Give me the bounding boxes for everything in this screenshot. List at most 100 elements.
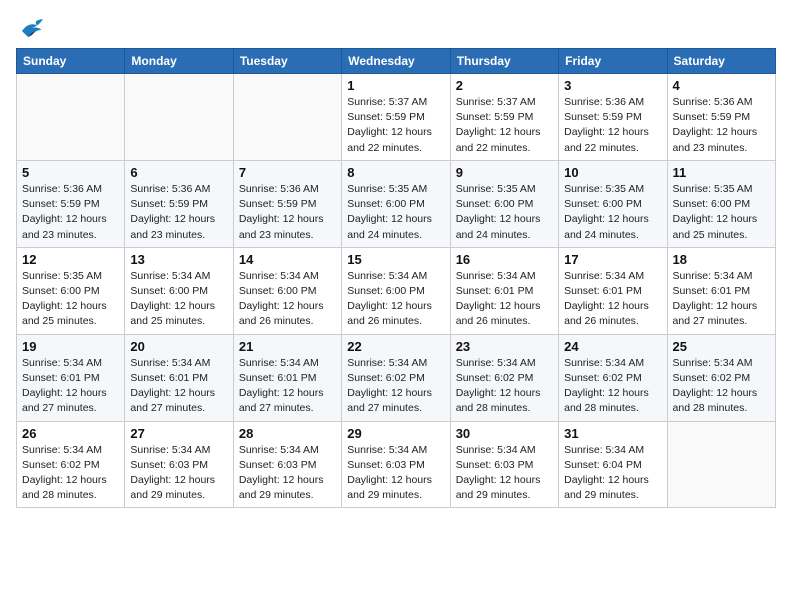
day-number: 31 bbox=[564, 426, 661, 441]
day-info: Sunrise: 5:34 AM Sunset: 6:03 PM Dayligh… bbox=[239, 443, 336, 504]
calendar-cell bbox=[17, 74, 125, 161]
logo-icon bbox=[16, 16, 46, 40]
calendar-cell: 9 Sunrise: 5:35 AM Sunset: 6:00 PM Daylig… bbox=[450, 160, 558, 247]
calendar-cell: 7 Sunrise: 5:36 AM Sunset: 5:59 PM Daylig… bbox=[233, 160, 341, 247]
day-number: 17 bbox=[564, 252, 661, 267]
day-number: 13 bbox=[130, 252, 227, 267]
weekday-header-saturday: Saturday bbox=[667, 49, 775, 74]
day-number: 5 bbox=[22, 165, 119, 180]
day-number: 8 bbox=[347, 165, 444, 180]
day-info: Sunrise: 5:34 AM Sunset: 6:02 PM Dayligh… bbox=[347, 356, 444, 417]
day-info: Sunrise: 5:37 AM Sunset: 5:59 PM Dayligh… bbox=[347, 95, 444, 156]
day-number: 24 bbox=[564, 339, 661, 354]
calendar-cell: 29 Sunrise: 5:34 AM Sunset: 6:03 PM Dayli… bbox=[342, 421, 450, 508]
calendar-cell: 16 Sunrise: 5:34 AM Sunset: 6:01 PM Dayli… bbox=[450, 247, 558, 334]
day-info: Sunrise: 5:35 AM Sunset: 6:00 PM Dayligh… bbox=[347, 182, 444, 243]
calendar-week-3: 12 Sunrise: 5:35 AM Sunset: 6:00 PM Dayli… bbox=[17, 247, 776, 334]
calendar-cell: 19 Sunrise: 5:34 AM Sunset: 6:01 PM Dayli… bbox=[17, 334, 125, 421]
calendar-cell: 23 Sunrise: 5:34 AM Sunset: 6:02 PM Dayli… bbox=[450, 334, 558, 421]
day-number: 6 bbox=[130, 165, 227, 180]
calendar-cell: 17 Sunrise: 5:34 AM Sunset: 6:01 PM Dayli… bbox=[559, 247, 667, 334]
day-number: 15 bbox=[347, 252, 444, 267]
day-number: 27 bbox=[130, 426, 227, 441]
day-info: Sunrise: 5:34 AM Sunset: 6:02 PM Dayligh… bbox=[673, 356, 770, 417]
calendar-cell bbox=[667, 421, 775, 508]
day-number: 16 bbox=[456, 252, 553, 267]
day-info: Sunrise: 5:34 AM Sunset: 6:03 PM Dayligh… bbox=[347, 443, 444, 504]
calendar-cell bbox=[125, 74, 233, 161]
calendar-cell: 21 Sunrise: 5:34 AM Sunset: 6:01 PM Dayli… bbox=[233, 334, 341, 421]
day-info: Sunrise: 5:34 AM Sunset: 6:01 PM Dayligh… bbox=[22, 356, 119, 417]
day-number: 18 bbox=[673, 252, 770, 267]
day-info: Sunrise: 5:35 AM Sunset: 6:00 PM Dayligh… bbox=[564, 182, 661, 243]
day-info: Sunrise: 5:36 AM Sunset: 5:59 PM Dayligh… bbox=[130, 182, 227, 243]
day-number: 7 bbox=[239, 165, 336, 180]
weekday-header-wednesday: Wednesday bbox=[342, 49, 450, 74]
day-info: Sunrise: 5:34 AM Sunset: 6:00 PM Dayligh… bbox=[239, 269, 336, 330]
calendar-cell bbox=[233, 74, 341, 161]
day-number: 10 bbox=[564, 165, 661, 180]
calendar-cell: 28Sunrise: 5:34 AM Sunset: 6:03 PM Dayli… bbox=[233, 421, 341, 508]
calendar-cell: 10 Sunrise: 5:35 AM Sunset: 6:00 PM Dayli… bbox=[559, 160, 667, 247]
weekday-header-friday: Friday bbox=[559, 49, 667, 74]
day-number: 19 bbox=[22, 339, 119, 354]
calendar-cell: 8 Sunrise: 5:35 AM Sunset: 6:00 PM Daylig… bbox=[342, 160, 450, 247]
day-number: 4 bbox=[673, 78, 770, 93]
day-number: 25 bbox=[673, 339, 770, 354]
day-number: 3 bbox=[564, 78, 661, 93]
calendar-cell: 22 Sunrise: 5:34 AM Sunset: 6:02 PM Dayli… bbox=[342, 334, 450, 421]
day-number: 1 bbox=[347, 78, 444, 93]
day-number: 20 bbox=[130, 339, 227, 354]
day-info: Sunrise: 5:36 AM Sunset: 5:59 PM Dayligh… bbox=[22, 182, 119, 243]
logo bbox=[16, 16, 50, 40]
day-info: Sunrise: 5:34 AM Sunset: 6:03 PM Dayligh… bbox=[456, 443, 553, 504]
day-number: 21 bbox=[239, 339, 336, 354]
day-number: 22 bbox=[347, 339, 444, 354]
weekday-header-thursday: Thursday bbox=[450, 49, 558, 74]
calendar-cell: 14Sunrise: 5:34 AM Sunset: 6:00 PM Dayli… bbox=[233, 247, 341, 334]
day-info: Sunrise: 5:34 AM Sunset: 6:01 PM Dayligh… bbox=[564, 269, 661, 330]
calendar-table: SundayMondayTuesdayWednesdayThursdayFrid… bbox=[16, 48, 776, 508]
day-info: Sunrise: 5:36 AM Sunset: 5:59 PM Dayligh… bbox=[239, 182, 336, 243]
calendar-cell: 24 Sunrise: 5:34 AM Sunset: 6:02 PM Dayli… bbox=[559, 334, 667, 421]
calendar-cell: 31 Sunrise: 5:34 AM Sunset: 6:04 PM Dayli… bbox=[559, 421, 667, 508]
day-info: Sunrise: 5:35 AM Sunset: 6:00 PM Dayligh… bbox=[673, 182, 770, 243]
calendar-cell: 30Sunrise: 5:34 AM Sunset: 6:03 PM Dayli… bbox=[450, 421, 558, 508]
day-number: 9 bbox=[456, 165, 553, 180]
calendar-cell: 6 Sunrise: 5:36 AM Sunset: 5:59 PM Daylig… bbox=[125, 160, 233, 247]
day-info: Sunrise: 5:34 AM Sunset: 6:02 PM Dayligh… bbox=[22, 443, 119, 504]
day-info: Sunrise: 5:36 AM Sunset: 5:59 PM Dayligh… bbox=[564, 95, 661, 156]
day-info: Sunrise: 5:34 AM Sunset: 6:01 PM Dayligh… bbox=[673, 269, 770, 330]
day-info: Sunrise: 5:36 AM Sunset: 5:59 PM Dayligh… bbox=[673, 95, 770, 156]
day-number: 29 bbox=[347, 426, 444, 441]
calendar-cell: 11 Sunrise: 5:35 AM Sunset: 6:00 PM Dayli… bbox=[667, 160, 775, 247]
calendar-cell: 3 Sunrise: 5:36 AM Sunset: 5:59 PM Daylig… bbox=[559, 74, 667, 161]
calendar-cell: 18 Sunrise: 5:34 AM Sunset: 6:01 PM Dayli… bbox=[667, 247, 775, 334]
day-info: Sunrise: 5:34 AM Sunset: 6:02 PM Dayligh… bbox=[564, 356, 661, 417]
day-info: Sunrise: 5:34 AM Sunset: 6:01 PM Dayligh… bbox=[239, 356, 336, 417]
day-info: Sunrise: 5:34 AM Sunset: 6:00 PM Dayligh… bbox=[347, 269, 444, 330]
calendar-cell: 1 Sunrise: 5:37 AM Sunset: 5:59 PM Daylig… bbox=[342, 74, 450, 161]
day-info: Sunrise: 5:34 AM Sunset: 6:02 PM Dayligh… bbox=[456, 356, 553, 417]
calendar-cell: 25 Sunrise: 5:34 AM Sunset: 6:02 PM Dayli… bbox=[667, 334, 775, 421]
weekday-header-tuesday: Tuesday bbox=[233, 49, 341, 74]
day-info: Sunrise: 5:34 AM Sunset: 6:01 PM Dayligh… bbox=[456, 269, 553, 330]
calendar-cell: 27Sunrise: 5:34 AM Sunset: 6:03 PM Dayli… bbox=[125, 421, 233, 508]
day-info: Sunrise: 5:35 AM Sunset: 6:00 PM Dayligh… bbox=[22, 269, 119, 330]
calendar-cell: 2Sunrise: 5:37 AM Sunset: 5:59 PM Daylig… bbox=[450, 74, 558, 161]
calendar-cell: 20 Sunrise: 5:34 AM Sunset: 6:01 PM Dayli… bbox=[125, 334, 233, 421]
day-number: 11 bbox=[673, 165, 770, 180]
calendar-cell: 4 Sunrise: 5:36 AM Sunset: 5:59 PM Daylig… bbox=[667, 74, 775, 161]
day-number: 12 bbox=[22, 252, 119, 267]
day-info: Sunrise: 5:34 AM Sunset: 6:01 PM Dayligh… bbox=[130, 356, 227, 417]
weekday-header-monday: Monday bbox=[125, 49, 233, 74]
calendar-cell: 13 Sunrise: 5:34 AM Sunset: 6:00 PM Dayli… bbox=[125, 247, 233, 334]
calendar-cell: 12 Sunrise: 5:35 AM Sunset: 6:00 PM Dayli… bbox=[17, 247, 125, 334]
day-number: 23 bbox=[456, 339, 553, 354]
calendar-week-1: 1 Sunrise: 5:37 AM Sunset: 5:59 PM Daylig… bbox=[17, 74, 776, 161]
calendar-week-4: 19 Sunrise: 5:34 AM Sunset: 6:01 PM Dayli… bbox=[17, 334, 776, 421]
day-info: Sunrise: 5:34 AM Sunset: 6:04 PM Dayligh… bbox=[564, 443, 661, 504]
calendar-cell: 5 Sunrise: 5:36 AM Sunset: 5:59 PM Daylig… bbox=[17, 160, 125, 247]
day-info: Sunrise: 5:34 AM Sunset: 6:00 PM Dayligh… bbox=[130, 269, 227, 330]
day-info: Sunrise: 5:35 AM Sunset: 6:00 PM Dayligh… bbox=[456, 182, 553, 243]
